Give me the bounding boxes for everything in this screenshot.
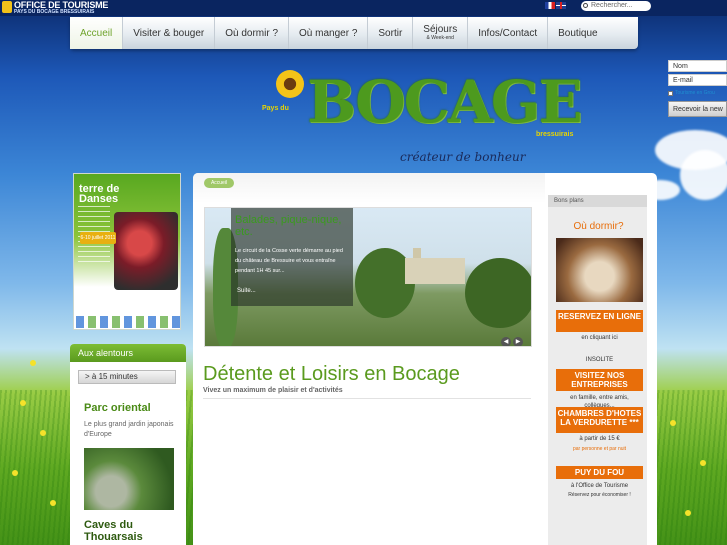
chambres-button[interactable]: CHAMBRES D'HOTES LA VERDURETTE *** bbox=[556, 407, 643, 433]
insolite-label: INSOLITE bbox=[585, 357, 614, 363]
castle-image bbox=[405, 248, 465, 284]
dancers-image bbox=[114, 212, 178, 290]
main-nav: Accueil Visiter & bouger Où dormir ? Où … bbox=[70, 17, 638, 49]
dormir-title[interactable]: Où dormir? bbox=[554, 221, 643, 232]
search-input[interactable]: Rechercher... bbox=[581, 1, 651, 11]
nav-accueil[interactable]: Accueil bbox=[70, 17, 124, 49]
nav-boutique[interactable]: Boutique bbox=[548, 17, 607, 49]
top-bar: OFFICE DE TOURISME PAYS DU BOCAGE BRESSU… bbox=[0, 0, 727, 16]
nav-visiter[interactable]: Visiter & bouger bbox=[123, 17, 216, 49]
puy-note-2: Réservez pour économiser ! bbox=[568, 492, 631, 498]
parc-oriental-image[interactable] bbox=[84, 448, 174, 510]
logo-word: BOCAGE bbox=[307, 68, 583, 136]
newsletter-form: Nom E-mail Tourisme en Grou Recevoir la … bbox=[668, 60, 727, 117]
name-field[interactable]: Nom bbox=[668, 60, 727, 72]
aux-header: Aux alentours bbox=[70, 344, 186, 362]
aux-alentours-panel: Aux alentours > à 15 minutes Parc orient… bbox=[70, 344, 186, 545]
nav-label: Visiter & bouger bbox=[133, 27, 205, 39]
poster-dates: 6-10 juillet 2011 bbox=[80, 232, 116, 244]
tourism-logo-icon[interactable] bbox=[2, 1, 12, 13]
english-flag-icon[interactable] bbox=[556, 2, 566, 9]
flower bbox=[50, 500, 56, 506]
breadcrumb-bar: Accueil bbox=[193, 173, 545, 203]
nav-label: Où manger ? bbox=[299, 27, 358, 39]
email-field[interactable]: E-mail bbox=[668, 74, 727, 86]
slide-more-link[interactable]: Suite... bbox=[237, 288, 256, 294]
bons-plans-header: Bons plans bbox=[548, 195, 647, 207]
flower bbox=[12, 470, 18, 476]
slide-caption: Balades, pique-nique, etc. Le circuit de… bbox=[231, 208, 353, 306]
sunflower-icon bbox=[276, 70, 304, 98]
org-subtitle: PAYS DU BOCAGE BRESSUIRAIS bbox=[14, 9, 95, 15]
nav-dormir[interactable]: Où dormir ? bbox=[215, 17, 290, 49]
nav-label: Séjours bbox=[423, 24, 458, 35]
flower bbox=[20, 400, 26, 406]
bons-plans-panel: Bons plans Où dormir? RESERVEZ EN LIGNE … bbox=[548, 195, 647, 545]
divider bbox=[203, 398, 531, 399]
entreprises-button[interactable]: VISITEZ NOS ENTREPRISES bbox=[556, 369, 643, 391]
slider-arrows: ◀ ▶ bbox=[501, 330, 525, 346]
logo-tagline: créateur de bonheur bbox=[400, 150, 526, 164]
price-text: à partir de 15 € bbox=[579, 436, 620, 442]
slide-text: Le circuit de la Cosse verte démarre au … bbox=[235, 248, 343, 274]
flower bbox=[30, 360, 36, 366]
flower bbox=[40, 430, 46, 436]
sponsor-logos bbox=[76, 316, 180, 328]
group-checkbox[interactable]: Tourisme en Grou bbox=[668, 88, 727, 98]
search-icon bbox=[583, 3, 588, 8]
nav-infos[interactable]: Infos/Contact bbox=[468, 17, 549, 49]
price-note: par personne et par nuit bbox=[572, 446, 627, 452]
checkbox-icon[interactable] bbox=[668, 90, 673, 96]
nav-manger[interactable]: Où manger ? bbox=[289, 17, 369, 49]
prev-arrow-icon[interactable]: ◀ bbox=[501, 337, 511, 346]
poster-title-line: Danses bbox=[79, 193, 119, 205]
page-subtitle: Vivez un maximum de plaisir et d'activit… bbox=[203, 387, 343, 394]
puy-note: à l'Office de Tourisme bbox=[570, 483, 629, 489]
nav-label: Où dormir ? bbox=[225, 27, 279, 39]
nav-label: Boutique bbox=[558, 27, 598, 39]
bocage-logo[interactable]: BOCAGE Pays du bressuirais créateur de b… bbox=[262, 68, 583, 168]
reserve-online-button[interactable]: RESERVEZ EN LIGNE bbox=[556, 310, 643, 332]
place-title-caves[interactable]: Caves du Thouarsais bbox=[84, 519, 186, 543]
page-title: Détente et Loisirs en Bocage bbox=[203, 363, 460, 385]
nav-label: Infos/Contact bbox=[478, 27, 538, 39]
logo-right-text: bressuirais bbox=[536, 131, 574, 138]
poster-title: terre de Danses bbox=[79, 184, 119, 205]
bedroom-image[interactable] bbox=[556, 238, 643, 302]
nav-sublabel: & Week-end bbox=[426, 35, 454, 41]
flower bbox=[700, 460, 706, 466]
aux-tab-15min[interactable]: > à 15 minutes bbox=[78, 370, 176, 384]
tree bbox=[465, 258, 531, 328]
reserve-note[interactable]: en cliquant ici bbox=[556, 335, 643, 341]
image-slider[interactable]: Balades, pique-nique, etc. Le circuit de… bbox=[204, 207, 532, 347]
french-flag-icon[interactable] bbox=[545, 2, 555, 9]
place-desc-parc: Le plus grand jardin japonais d'Europe bbox=[84, 421, 174, 438]
puy-du-fou-button[interactable]: PUY DU FOU bbox=[556, 466, 643, 479]
flower bbox=[670, 420, 676, 426]
nav-label: Sortir bbox=[378, 27, 403, 39]
newsletter-button[interactable]: Recevoir la new bbox=[668, 101, 727, 117]
flower bbox=[685, 510, 691, 516]
nav-sejours[interactable]: Séjours & Week-end bbox=[413, 17, 469, 49]
nav-sortir[interactable]: Sortir bbox=[368, 17, 414, 49]
event-poster[interactable]: terre de Danses 6-10 juillet 2011 bbox=[73, 173, 181, 330]
next-arrow-icon[interactable]: ▶ bbox=[513, 337, 523, 346]
slide-title: Balades, pique-nique, etc. bbox=[235, 214, 342, 238]
nav-label: Accueil bbox=[80, 27, 113, 39]
checkbox-label: Tourisme en Grou bbox=[675, 90, 715, 96]
logo-left-text: Pays du bbox=[262, 105, 289, 112]
place-title-parc[interactable]: Parc oriental bbox=[84, 402, 186, 414]
cloud bbox=[680, 150, 727, 200]
breadcrumb[interactable]: Accueil bbox=[204, 178, 234, 188]
